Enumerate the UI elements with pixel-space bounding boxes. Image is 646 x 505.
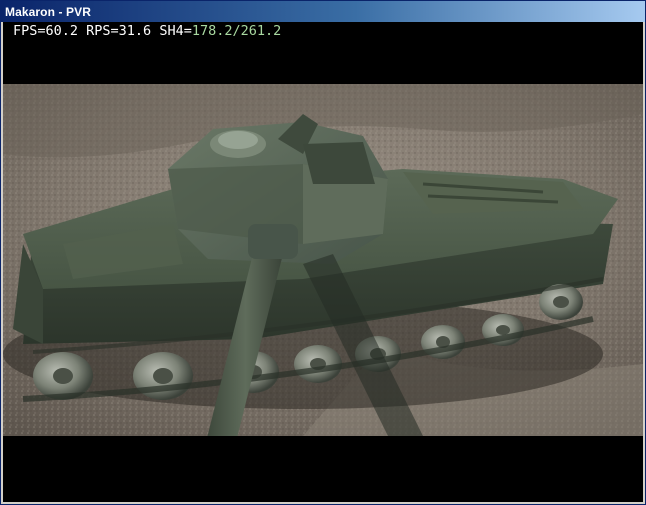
sh4-label: SH4=: [151, 23, 192, 39]
emulator-window: Makaron - PVR FPS=60.2 RPS=31.6 SH4=178.…: [0, 0, 646, 505]
game-scene: [3, 84, 643, 436]
rps-label: RPS=: [78, 23, 119, 39]
performance-overlay: FPS=60.2 RPS=31.6 SH4=178.2/261.2: [13, 23, 281, 39]
title-bar[interactable]: Makaron - PVR: [1, 1, 645, 22]
fps-value: 60.2: [45, 23, 79, 39]
fps-label: FPS=: [13, 23, 46, 39]
tank-render: [3, 84, 643, 436]
rps-value: 31.6: [118, 23, 152, 39]
render-surface[interactable]: FPS=60.2 RPS=31.6 SH4=178.2/261.2: [3, 22, 643, 502]
sh4-value: 178.2/261.2: [191, 23, 282, 39]
window-title: Makaron - PVR: [5, 4, 91, 19]
